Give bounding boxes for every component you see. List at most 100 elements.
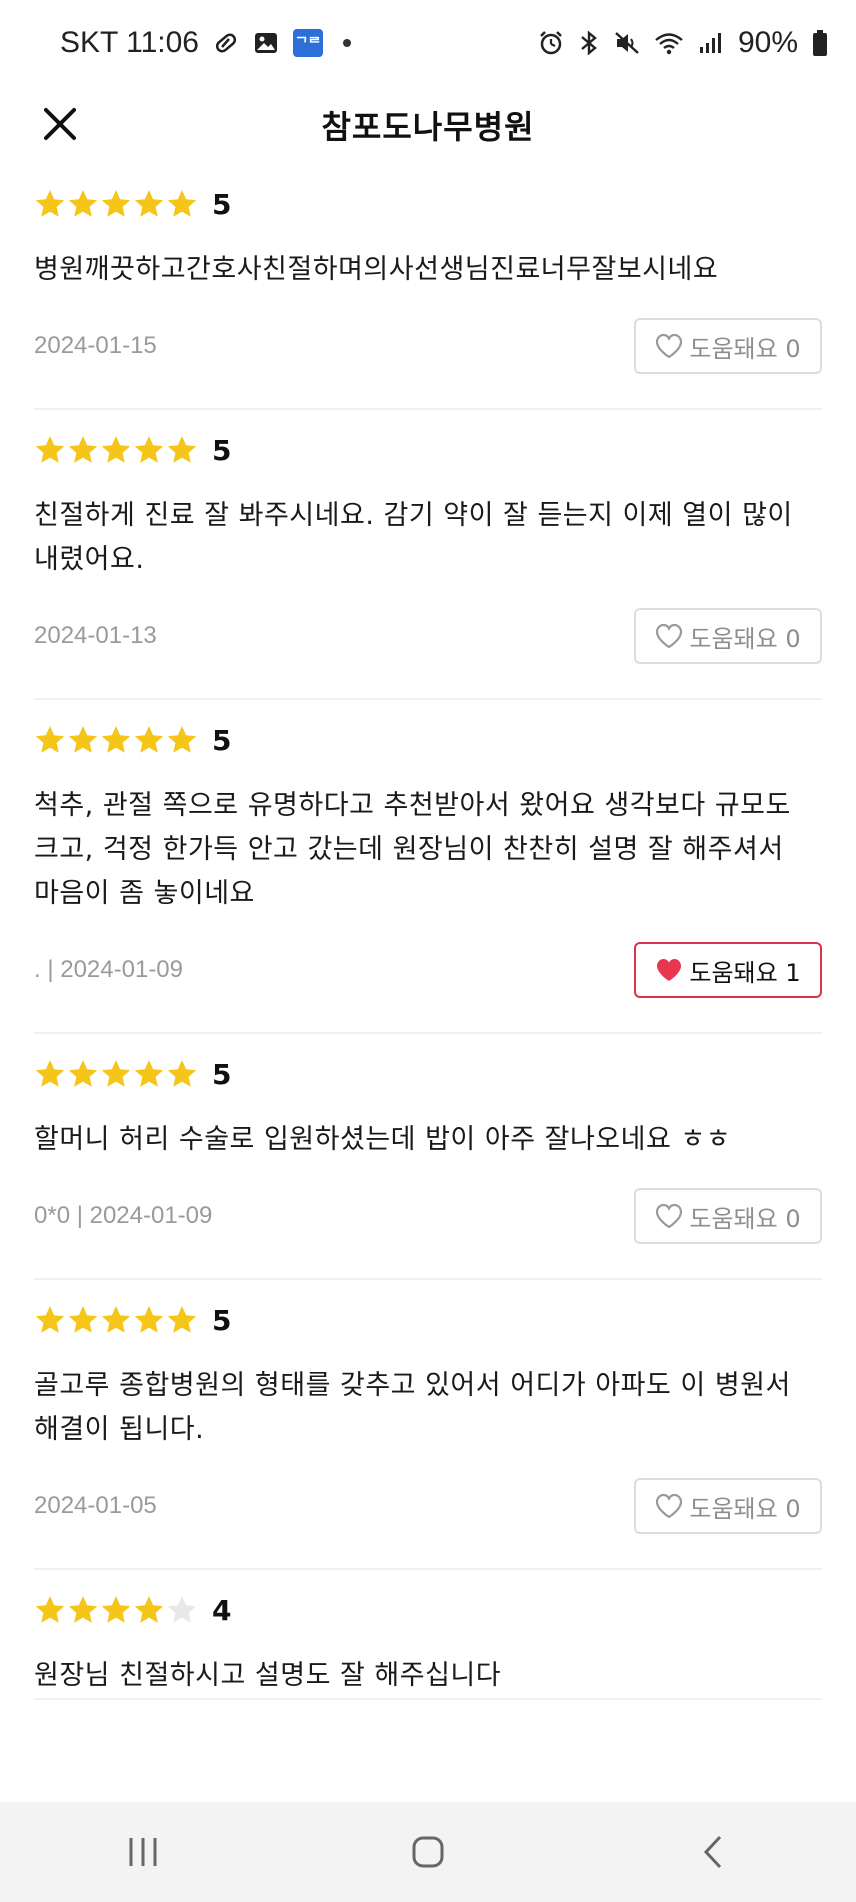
rating-score: 4 [212,1593,232,1627]
star-filled-icon [167,1306,197,1333]
heart-outline-icon [656,333,683,359]
review-author-date: 2024-01-13 [34,622,157,649]
home-icon [412,1836,444,1868]
star-filled-icon [101,1596,131,1623]
review-meta-row: 2024-01-05 도움돼요 0 [34,1478,822,1534]
rating-score: 5 [212,723,232,757]
star-rating [34,1594,198,1626]
rating-row: 5 [34,164,822,234]
star-filled-icon [68,190,98,217]
app-badge-icon: ᄀᄅ [292,29,323,57]
rating-score: 5 [212,433,232,467]
review-text: 척추, 관절 쪽으로 유명하다고 추천받아서 왔어요 생각보다 규모도 크고, … [34,790,791,909]
review-text: 원장님 친절하시고 설명도 잘 해주십니다 [34,1660,502,1691]
heart-outline-icon [656,1203,683,1229]
recent-apps-icon [129,1838,157,1866]
carrier-time: SKT 11:06 [60,26,199,59]
star-filled-icon [68,1596,98,1623]
review-item: 5 병원깨끗하고간호사친절하며의사선생님진료너무잘보시네요 2024-01-15 도움… [34,164,822,410]
star-filled-icon [134,436,164,463]
bluetooth-icon [578,30,600,56]
star-filled-icon [134,1060,164,1087]
helpful-label: 도움돼요 1 [689,958,801,987]
helpful-button[interactable]: 도움돼요 0 [634,1478,822,1534]
review-author-date: 0*0 | 2024-01-09 [34,1202,213,1229]
page-title: 참포도나무병원 [321,108,535,146]
star-rating [34,434,198,466]
star-empty-icon [167,1596,197,1623]
review-meta-row: 0*0 | 2024-01-09 도움돼요 0 [34,1188,822,1244]
review-meta-row: 2024-01-13 도움돼요 0 [34,608,822,664]
star-filled-icon [68,1060,98,1087]
heart-filled-icon [657,959,682,981]
review-meta-row: 2024-01-15 도움돼요 0 [34,318,822,374]
rating-row: 5 [34,1034,822,1104]
star-filled-icon [134,190,164,217]
review-author-date: 2024-01-15 [34,332,157,359]
review-item: 5 골고루 종합병원의 형태를 갖추고 있어서 어디가 아파도 이 병원서 해결이… [34,1280,822,1570]
star-filled-icon [134,1306,164,1333]
helpful-label: 도움돼요 0 [689,334,801,363]
review-text: 친절하게 진료 잘 봐주시네요. 감기 약이 잘 듣는지 이제 열이 많이 내렸… [34,500,793,575]
helpful-label: 도움돼요 0 [689,1494,801,1523]
close-icon [44,108,76,140]
wifi-icon [654,30,684,56]
battery-icon [812,29,828,57]
star-filled-icon [68,436,98,463]
alarm-icon [538,30,564,56]
star-filled-icon [101,726,131,753]
back-button[interactable] [653,1812,773,1892]
star-rating [34,1304,198,1336]
rating-score: 5 [212,1303,232,1337]
helpful-button[interactable]: 도움돼요 0 [634,318,822,374]
star-rating [34,724,198,756]
review-text: 할머니 허리 수술로 입원하셨는데 밥이 아주 잘나오네요 ㅎㅎ [34,1124,732,1155]
notification-dot-icon [342,39,351,47]
home-button[interactable] [368,1812,488,1892]
rating-score: 5 [212,187,232,221]
star-filled-icon [134,1596,164,1623]
rating-row: 5 [34,700,822,770]
heart-outline-icon [656,1493,683,1519]
review-item: 5 할머니 허리 수술로 입원하셨는데 밥이 아주 잘나오네요 ㅎㅎ 0*0 | 2… [34,1034,822,1280]
review-list[interactable]: 5 병원깨끗하고간호사친절하며의사선생님진료너무잘보시네요 2024-01-15 도움… [0,164,856,1700]
review-meta-row: . | 2024-01-09 도움돼요 1 [34,942,822,998]
star-filled-icon [101,436,131,463]
battery-percent: 90% [737,26,798,59]
star-filled-icon [167,436,197,463]
status-left: SKT 11:06 ᄀᄅ [60,26,351,60]
star-filled-icon [68,1306,98,1333]
rating-row: 5 [34,1280,822,1350]
star-rating [34,188,198,220]
app-header: 참포도나무병원 [0,86,856,164]
status-bar: SKT 11:06 ᄀᄅ 90% [0,0,856,86]
mute-icon [614,30,640,56]
star-filled-icon [35,1596,65,1623]
status-right: 90% [538,26,828,60]
system-nav-bar [0,1802,856,1902]
review-item: 4 원장님 친절하시고 설명도 잘 해주십니다 [34,1570,822,1700]
star-filled-icon [35,1306,65,1333]
star-filled-icon [134,726,164,753]
rating-row: 4 [34,1570,822,1640]
helpful-button[interactable]: 도움돼요 1 [634,942,822,998]
close-button[interactable] [38,102,82,146]
rating-score: 5 [212,1057,232,1091]
star-filled-icon [35,190,65,217]
helpful-button[interactable]: 도움돼요 0 [634,608,822,664]
star-filled-icon [35,436,65,463]
star-filled-icon [35,726,65,753]
helpful-button[interactable]: 도움돼요 0 [634,1188,822,1244]
pill-icon [213,30,239,56]
star-filled-icon [68,726,98,753]
helpful-label: 도움돼요 0 [689,624,801,653]
helpful-label: 도움돼요 0 [689,1204,801,1233]
back-icon [704,1835,722,1869]
review-author-date: . | 2024-01-09 [34,956,184,983]
recent-apps-button[interactable] [83,1812,203,1892]
rating-row: 5 [34,410,822,480]
review-text: 병원깨끗하고간호사친절하며의사선생님진료너무잘보시네요 [34,254,719,285]
review-text: 골고루 종합병원의 형태를 갖추고 있어서 어디가 아파도 이 병원서 해결이 … [34,1370,791,1445]
star-filled-icon [167,726,197,753]
star-filled-icon [101,1306,131,1333]
